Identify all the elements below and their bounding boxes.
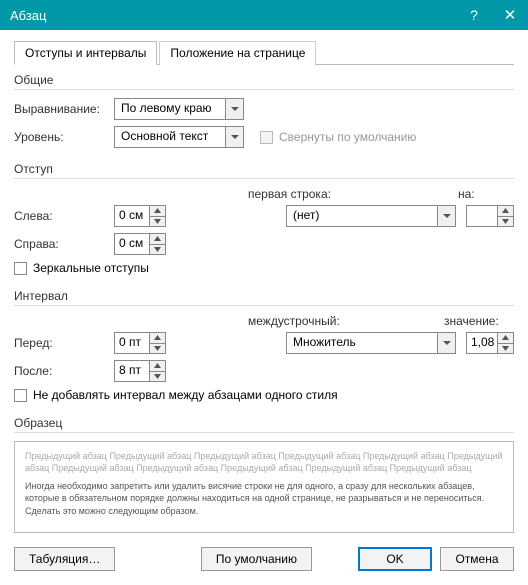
spacing-after-label: После: [14, 364, 114, 378]
close-button[interactable]: ✕ [492, 0, 528, 30]
spin-down-icon[interactable] [150, 344, 165, 354]
checkbox-box-icon [14, 262, 27, 275]
help-button[interactable]: ? [456, 0, 492, 30]
tabs-button[interactable]: Табуляция… [14, 547, 115, 571]
spin-up-icon[interactable] [150, 333, 165, 344]
indent-by-label: на: [458, 187, 514, 201]
mirror-indents-checkbox[interactable]: Зеркальные отступы [14, 261, 514, 275]
spin-down-icon[interactable] [150, 245, 165, 255]
dialog-footer: Табуляция… По умолчанию OK Отмена [14, 547, 514, 571]
spacing-at-label: значение: [444, 314, 514, 328]
linespacing-select[interactable]: Множитель [286, 332, 456, 354]
tab-indents-spacing[interactable]: Отступы и интервалы [14, 41, 157, 65]
firstline-label: первая строка: [248, 187, 331, 201]
dialog-body: Отступы и интервалы Положение на страниц… [0, 30, 528, 585]
group-preview: Образец Предыдущий абзац Предыдущий абза… [14, 416, 514, 533]
chevron-down-icon [437, 206, 455, 226]
chevron-down-icon [225, 127, 243, 147]
level-label: Уровень: [14, 130, 114, 144]
spin-up-icon[interactable] [498, 333, 513, 344]
group-spacing-legend: Интервал [14, 289, 74, 303]
tab-page-position[interactable]: Положение на странице [159, 41, 316, 65]
checkbox-box-icon [260, 131, 273, 144]
spin-up-icon[interactable] [498, 206, 513, 217]
indent-right-label: Справа: [14, 237, 114, 251]
preview-box: Предыдущий абзац Предыдущий абзац Предыд… [14, 441, 514, 533]
spin-up-icon[interactable] [150, 234, 165, 245]
indent-by-spinner[interactable] [466, 205, 514, 227]
chevron-down-icon [225, 99, 243, 119]
linespacing-label: междустрочный: [248, 314, 340, 328]
preview-context-text: Предыдущий абзац Предыдущий абзац Предыд… [25, 450, 503, 474]
group-indent-legend: Отступ [14, 162, 59, 176]
spin-down-icon[interactable] [498, 217, 513, 227]
group-general-legend: Общие [14, 73, 59, 87]
group-indent: Отступ первая строка: на: Слева: 0 см (н… [14, 162, 514, 275]
spin-down-icon[interactable] [498, 344, 513, 354]
level-select[interactable]: Основной текст [114, 126, 244, 148]
spacing-at-spinner[interactable]: 1,08 [466, 332, 514, 354]
firstline-select[interactable]: (нет) [286, 205, 456, 227]
spacing-after-spinner[interactable]: 8 пт [114, 360, 166, 382]
indent-left-spinner[interactable]: 0 см [114, 205, 166, 227]
ok-button[interactable]: OK [358, 547, 432, 571]
group-general: Общие Выравнивание: По левому краю Урове… [14, 73, 514, 148]
collapsed-checkbox: Свернуты по умолчанию [260, 130, 416, 144]
group-spacing: Интервал междустрочный: значение: Перед:… [14, 289, 514, 402]
spin-down-icon[interactable] [150, 217, 165, 227]
spacing-before-label: Перед: [14, 336, 114, 350]
cancel-button[interactable]: Отмена [440, 547, 514, 571]
no-add-space-checkbox[interactable]: Не добавлять интервал между абзацами одн… [14, 388, 514, 402]
spin-up-icon[interactable] [150, 361, 165, 372]
spin-down-icon[interactable] [150, 372, 165, 382]
indent-left-label: Слева: [14, 209, 114, 223]
spacing-before-spinner[interactable]: 0 пт [114, 332, 166, 354]
alignment-label: Выравнивание: [14, 102, 114, 116]
checkbox-box-icon [14, 389, 27, 402]
titlebar: Абзац ? ✕ [0, 0, 528, 30]
preview-body-text: Иногда необходимо запретить или удалить … [25, 480, 503, 516]
group-preview-legend: Образец [14, 416, 68, 430]
indent-right-spinner[interactable]: 0 см [114, 233, 166, 255]
chevron-down-icon [437, 333, 455, 353]
dialog-title: Абзац [10, 8, 456, 23]
tab-strip: Отступы и интервалы Положение на страниц… [14, 40, 514, 65]
alignment-select[interactable]: По левому краю [114, 98, 244, 120]
spin-up-icon[interactable] [150, 206, 165, 217]
set-default-button[interactable]: По умолчанию [201, 547, 312, 571]
